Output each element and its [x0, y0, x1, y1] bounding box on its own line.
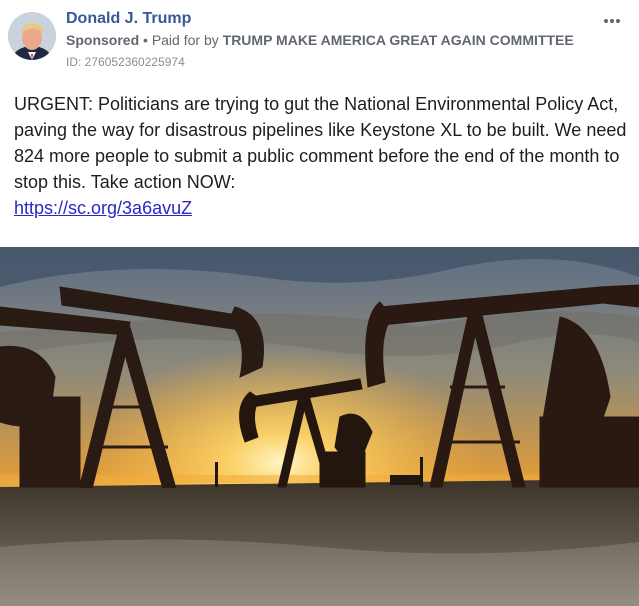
avatar[interactable] — [8, 12, 56, 60]
separator: • — [139, 32, 152, 48]
author-name[interactable]: Donald J. Trump — [66, 10, 191, 28]
post-header: Donald J. Trump Sponsored • Paid for by … — [0, 0, 639, 76]
sponsored-label: Sponsored — [66, 32, 140, 48]
ad-post: Donald J. Trump Sponsored • Paid for by … — [0, 0, 639, 606]
more-options-icon[interactable] — [600, 14, 624, 28]
avatar-image — [8, 12, 56, 60]
sponsor-line: Sponsored • Paid for by TRUMP MAKE AMERI… — [66, 32, 574, 48]
paid-for-prefix: Paid for by — [151, 32, 223, 48]
pumpjack-sunset-photo[interactable] — [0, 247, 639, 606]
photo-illustration — [0, 247, 639, 606]
ad-id: ID: 276052360225974 — [66, 55, 185, 69]
post-message: URGENT: Politicians are trying to gut th… — [14, 94, 627, 192]
post-body: URGENT: Politicians are trying to gut th… — [14, 91, 632, 221]
paid-for-by: TRUMP MAKE AMERICA GREAT AGAIN COMMITTEE — [222, 32, 574, 48]
action-link[interactable]: https://sc.org/3a6avuZ — [14, 195, 192, 221]
